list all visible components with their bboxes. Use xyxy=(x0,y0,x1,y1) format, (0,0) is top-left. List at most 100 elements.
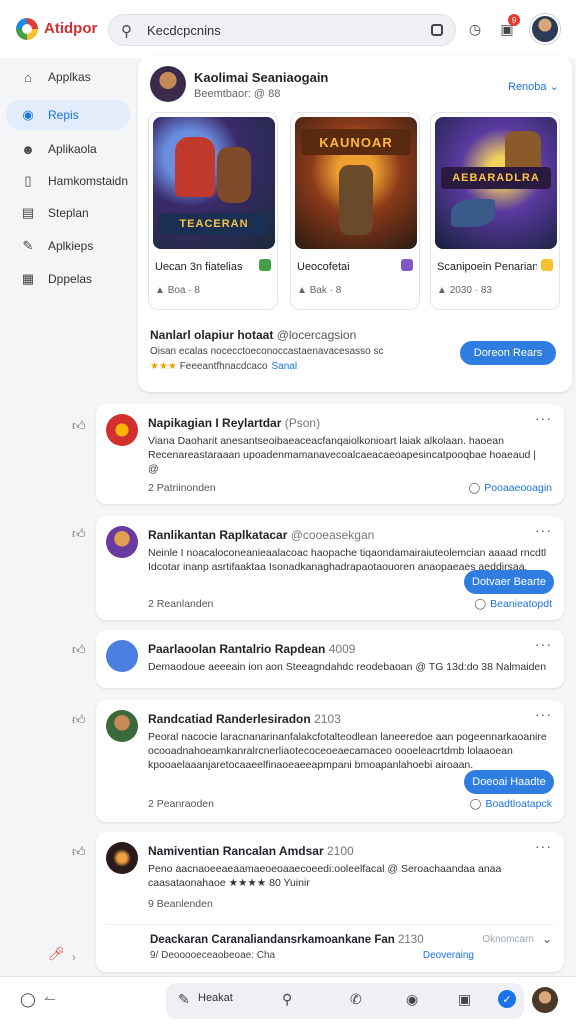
featured-link[interactable]: Sanal xyxy=(272,361,298,372)
featured-description: Oisan ecalas nocecctoeconoccastaenavaces… xyxy=(150,346,384,357)
like-icon[interactable]: 👍︎ xyxy=(72,712,86,728)
post-avatar[interactable] xyxy=(106,710,138,742)
game-card[interactable]: KAUNOAR Ueocofetai ▲ Bak · 8 xyxy=(290,112,420,310)
sidebar-item-home[interactable]: ⌂ Applkas xyxy=(6,62,130,92)
post-action-button[interactable]: Dotvaer Bearte xyxy=(464,570,554,594)
file-icon: ▤ xyxy=(21,205,35,220)
checkmark-icon[interactable]: ✓ xyxy=(498,990,516,1008)
nested-post-link[interactable]: Deoveraing xyxy=(423,950,474,961)
feed-post: Ranlikantan Raplkatacar @cooeasekgan ···… xyxy=(96,516,564,620)
chevron-down-icon: ⌄ xyxy=(549,81,559,93)
post-title[interactable]: Randcatiad Randerlesiradon 2103 xyxy=(148,712,341,726)
search-icon: ⚲ xyxy=(121,23,132,40)
clock-icon[interactable]: ◷ xyxy=(464,18,486,40)
post-title[interactable]: Napikagian I Reylartdar (Pson) xyxy=(148,416,320,430)
like-icon[interactable]: 👍︎ xyxy=(72,526,86,542)
game-card[interactable]: AEBARADLRA Scanipoein Penarian ▲ 2030 · … xyxy=(430,112,560,310)
sidebar-item-label: Aplikaola xyxy=(48,142,97,156)
sidebar-item-friends[interactable]: ☻ Aplikaola xyxy=(6,134,130,164)
game-banner: TEACERAN xyxy=(159,213,269,235)
share-icon: ◯ xyxy=(468,482,481,494)
more-options-icon[interactable]: ··· xyxy=(535,410,552,426)
scan-icon[interactable] xyxy=(431,24,443,36)
more-options-icon[interactable]: ··· xyxy=(535,838,552,854)
sidebar-item-saved[interactable]: ▯ Hamkomstaidn xyxy=(6,166,130,196)
post-reactions[interactable]: 2 Peanraoden xyxy=(148,798,214,810)
post-reactions[interactable]: 2 Reanlanden xyxy=(148,598,213,610)
post-body: Viana Daoharit anesantseoibaeaceacfanqai… xyxy=(148,435,537,475)
nested-post-title[interactable]: Deackaran Caranaliandansrkamoankane Fan … xyxy=(150,934,424,946)
featured-subtitle: Beemtbaor: @ 88 xyxy=(194,88,281,100)
arrow-icon[interactable]: ↼ xyxy=(44,991,56,1008)
featured-title[interactable]: Kaolimai Seaniaogain xyxy=(194,70,328,85)
post-title[interactable]: Ranlikantan Raplkatacar @cooeasekgan xyxy=(148,528,374,542)
like-icon[interactable]: 👍︎ xyxy=(72,642,86,658)
post-action-button[interactable]: Doeoai Haadte xyxy=(464,770,554,794)
gamepad-icon: ◉ xyxy=(22,107,34,122)
app-logo-icon[interactable] xyxy=(16,18,38,40)
compose-label[interactable]: Heakat xyxy=(198,992,233,1004)
game-meta: ▲ Boa · 8 xyxy=(155,285,200,296)
sidebar-item-label: Applkas xyxy=(48,70,91,84)
sidebar-item-apps[interactable]: ✎ Aplkieps xyxy=(6,231,130,261)
featured-dropdown[interactable]: Renoba ⌄ xyxy=(508,80,559,93)
grid-icon: ▦ xyxy=(21,271,35,286)
sidebar-item-pages[interactable]: ▤ Steplan xyxy=(6,198,130,228)
game-tag-icon xyxy=(401,259,413,271)
game-name: Ueocofetai xyxy=(297,261,350,273)
rating-stars: ★★★ xyxy=(150,361,177,372)
game-art-image: TEACERAN xyxy=(153,117,275,249)
featured-card: Kaolimai Seaniaogain Beemtbaor: @ 88 Ren… xyxy=(138,56,572,392)
chevron-right-icon[interactable]: › xyxy=(72,952,76,964)
edit-icon[interactable]: ✎ xyxy=(178,991,190,1008)
sidebar-item-label: Aplkieps xyxy=(48,239,94,253)
featured-avatar[interactable] xyxy=(150,66,186,102)
settings-icon[interactable]: ◯ xyxy=(20,991,36,1008)
post-avatar[interactable] xyxy=(106,842,138,874)
like-icon[interactable]: 👍︎ xyxy=(72,418,86,434)
sidebar-item-label: Repis xyxy=(48,108,79,122)
post-body: Demaodoue aeeeain ion aon Steeagndahdc r… xyxy=(148,661,547,673)
game-art-image: KAUNOAR xyxy=(295,117,417,249)
top-header: Atidpor ⚲ Kecdcpcnins ◷ ▣ 9 xyxy=(0,0,576,58)
nested-post-meta: 9/ Deooooeceaobeoae: Cha xyxy=(150,950,276,961)
game-meta: ▲ 2030 · 83 xyxy=(437,285,492,296)
post-reactions[interactable]: 2 Patriinonden xyxy=(148,482,216,494)
search-bar[interactable]: ⚲ Kecdcpcnins xyxy=(108,14,456,46)
more-options-icon[interactable]: ··· xyxy=(535,636,552,652)
more-options-icon[interactable]: ··· xyxy=(535,706,552,722)
search-input[interactable]: Kecdcpcnins xyxy=(147,23,221,38)
sidebar-item-options[interactable]: ▦ Dppelas xyxy=(6,264,130,294)
bookmark-icon: ▯ xyxy=(24,173,32,188)
post-avatar[interactable] xyxy=(106,526,138,558)
post-title[interactable]: Namiventian Rancalan Amdsar 2100 xyxy=(148,844,354,858)
post-share[interactable]: ◯ Pooaaeooagin xyxy=(469,482,553,494)
share-icon: ◯ xyxy=(469,798,482,810)
featured-action-button[interactable]: Doreon Rears xyxy=(460,341,556,365)
chat-icon[interactable]: ✆ xyxy=(350,991,362,1008)
post-avatar[interactable] xyxy=(106,414,138,446)
post-share[interactable]: ◯ Boadtloatapck xyxy=(470,798,552,810)
post-title[interactable]: Paarlaoolan Rantalrio Rapdean 4009 xyxy=(148,642,355,656)
feed-post: Paarlaoolan Rantalrio Rapdean 4009 ··· D… xyxy=(96,630,564,688)
featured-rating-line: ★★★ Feeeantfhnacdcaco Sanal xyxy=(150,361,298,372)
sidebar-item-games[interactable]: ◉ Repis xyxy=(6,100,130,130)
search-icon[interactable]: ⚲ xyxy=(282,991,292,1008)
game-tag-icon xyxy=(259,259,271,271)
game-art-image: AEBARADLRA xyxy=(435,117,557,249)
post-share[interactable]: ◯ Beanieatopdt xyxy=(474,598,552,610)
microphone-icon[interactable]: 🎤︎ xyxy=(48,946,65,962)
sidebar-item-label: Dppelas xyxy=(48,272,93,286)
like-icon[interactable]: 👍︎ xyxy=(72,844,86,860)
info-icon[interactable]: ▣ xyxy=(458,991,471,1008)
app-name[interactable]: Atidpor xyxy=(44,20,97,37)
profile-avatar[interactable] xyxy=(532,987,558,1013)
post-reactions[interactable]: 9 Beanlenden xyxy=(148,898,213,910)
profile-avatar[interactable] xyxy=(530,14,560,44)
game-card[interactable]: TEACERAN Uecan 3n fiatelias ▲ Boa · 8 xyxy=(148,112,278,310)
chevron-down-icon[interactable]: ⌄ xyxy=(542,932,552,946)
location-icon[interactable]: ◉ xyxy=(406,991,418,1008)
more-options-icon[interactable]: ··· xyxy=(535,522,552,538)
home-icon: ⌂ xyxy=(24,69,32,85)
post-avatar[interactable] xyxy=(106,640,138,672)
